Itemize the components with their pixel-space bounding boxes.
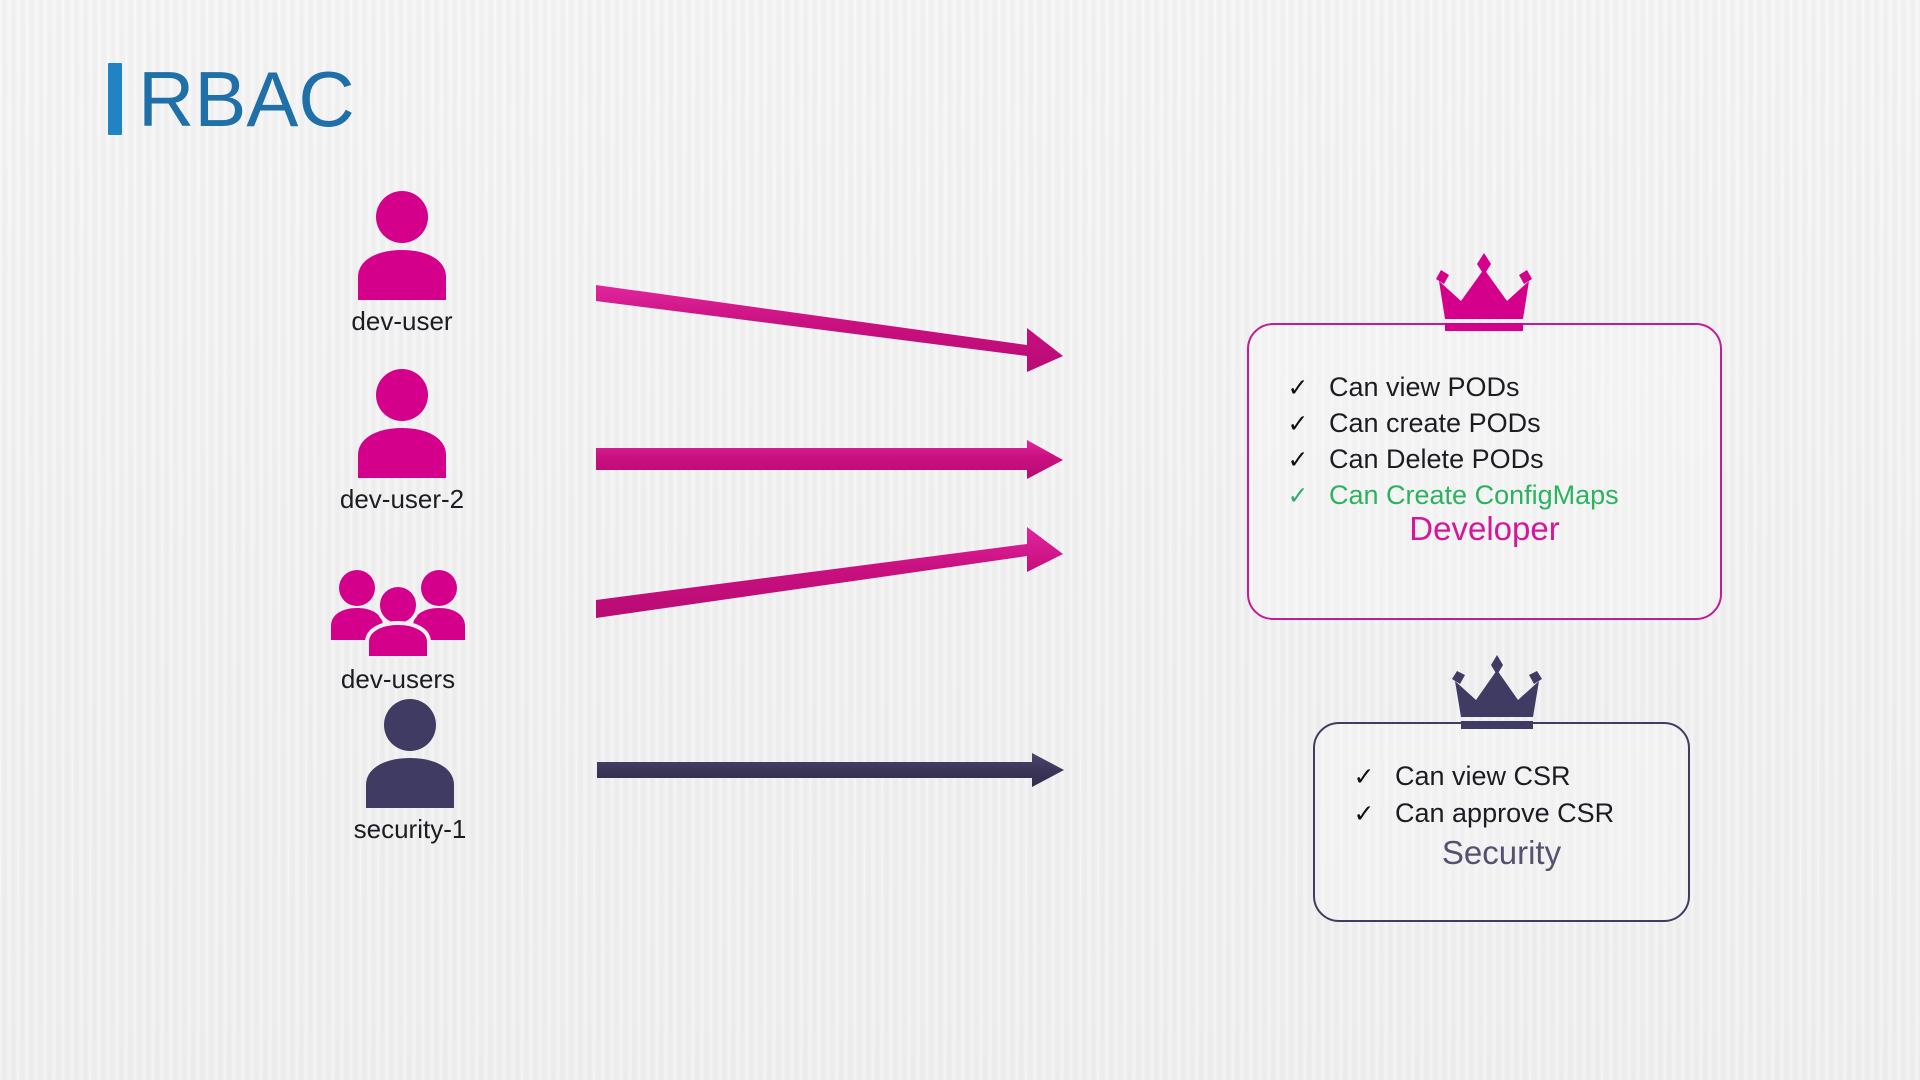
subject-label: dev-users [340, 664, 456, 694]
arrow-dev-users-to-developer [596, 527, 1063, 618]
permission-label: Can Delete PODs [1329, 444, 1544, 474]
crown-icon-glyph [1452, 655, 1542, 729]
user-icon [280, 698, 540, 808]
subject-dev-user-2[interactable]: dev-user-2 [272, 368, 532, 515]
crown-icon [1431, 253, 1537, 336]
subject-label: dev-user-2 [339, 484, 465, 514]
permission-row: ✓ Can view PODs [1267, 370, 1720, 405]
permission-label: Can create PODs [1329, 408, 1541, 438]
crown-icon [1448, 655, 1546, 734]
checkmark-icon: ✓ [1287, 410, 1309, 438]
user-icon [272, 368, 532, 478]
permission-label: Can view CSR [1395, 761, 1571, 791]
arrow-dev-user-to-developer [596, 285, 1063, 372]
permission-row: ✓ Can create PODs [1267, 406, 1720, 441]
permission-row: ✓ Can view CSR [1333, 759, 1688, 794]
permission-list: ✓ Can view PODs ✓ Can create PODs ✓ Can … [1249, 370, 1720, 514]
role-card-security[interactable]: ✓ Can view CSR ✓ Can approve CSR Securit… [1313, 722, 1690, 922]
users-group-icon-glyph [331, 570, 465, 658]
checkmark-icon: ✓ [1287, 446, 1309, 474]
subject-label: security-1 [353, 814, 467, 844]
permission-label: Can view PODs [1329, 372, 1520, 402]
title-accent-bar [108, 63, 122, 135]
permission-row: ✓ Can Delete PODs [1267, 442, 1720, 477]
page-title: RBAC [108, 60, 355, 138]
users-group-icon [268, 548, 528, 658]
subject-dev-users[interactable]: dev-users [268, 548, 528, 695]
role-name-security: Security [1441, 834, 1562, 871]
arrow-dev-user-2-to-developer [596, 440, 1063, 479]
checkmark-icon: ✓ [1287, 482, 1309, 510]
role-card-developer[interactable]: ✓ Can view PODs ✓ Can create PODs ✓ Can … [1247, 323, 1722, 620]
arrow-security-1-to-security [597, 753, 1064, 787]
permission-row-highlighted: ✓ Can Create ConfigMaps [1267, 478, 1720, 513]
subject-dev-user[interactable]: dev-user [272, 190, 532, 337]
slide-canvas: RBAC dev-user dev-user-2 dev-users secur… [0, 0, 1920, 1080]
user-icon [272, 190, 532, 300]
checkmark-icon: ✓ [1353, 800, 1375, 828]
user-icon-glyph [358, 369, 446, 478]
permission-row: ✓ Can approve CSR [1333, 796, 1688, 831]
subject-security-1[interactable]: security-1 [280, 698, 540, 845]
permission-label: Can approve CSR [1395, 798, 1615, 828]
crown-icon-glyph [1436, 253, 1532, 331]
user-icon-glyph [366, 699, 454, 808]
page-title-text: RBAC [138, 55, 355, 143]
checkmark-icon: ✓ [1287, 374, 1309, 402]
checkmark-icon: ✓ [1353, 763, 1375, 791]
permission-list: ✓ Can view CSR ✓ Can approve CSR [1315, 759, 1688, 833]
permission-label: Can Create ConfigMaps [1329, 480, 1619, 510]
role-name-developer: Developer [1409, 510, 1560, 547]
user-icon-glyph [358, 191, 446, 300]
subject-label: dev-user [351, 306, 453, 336]
